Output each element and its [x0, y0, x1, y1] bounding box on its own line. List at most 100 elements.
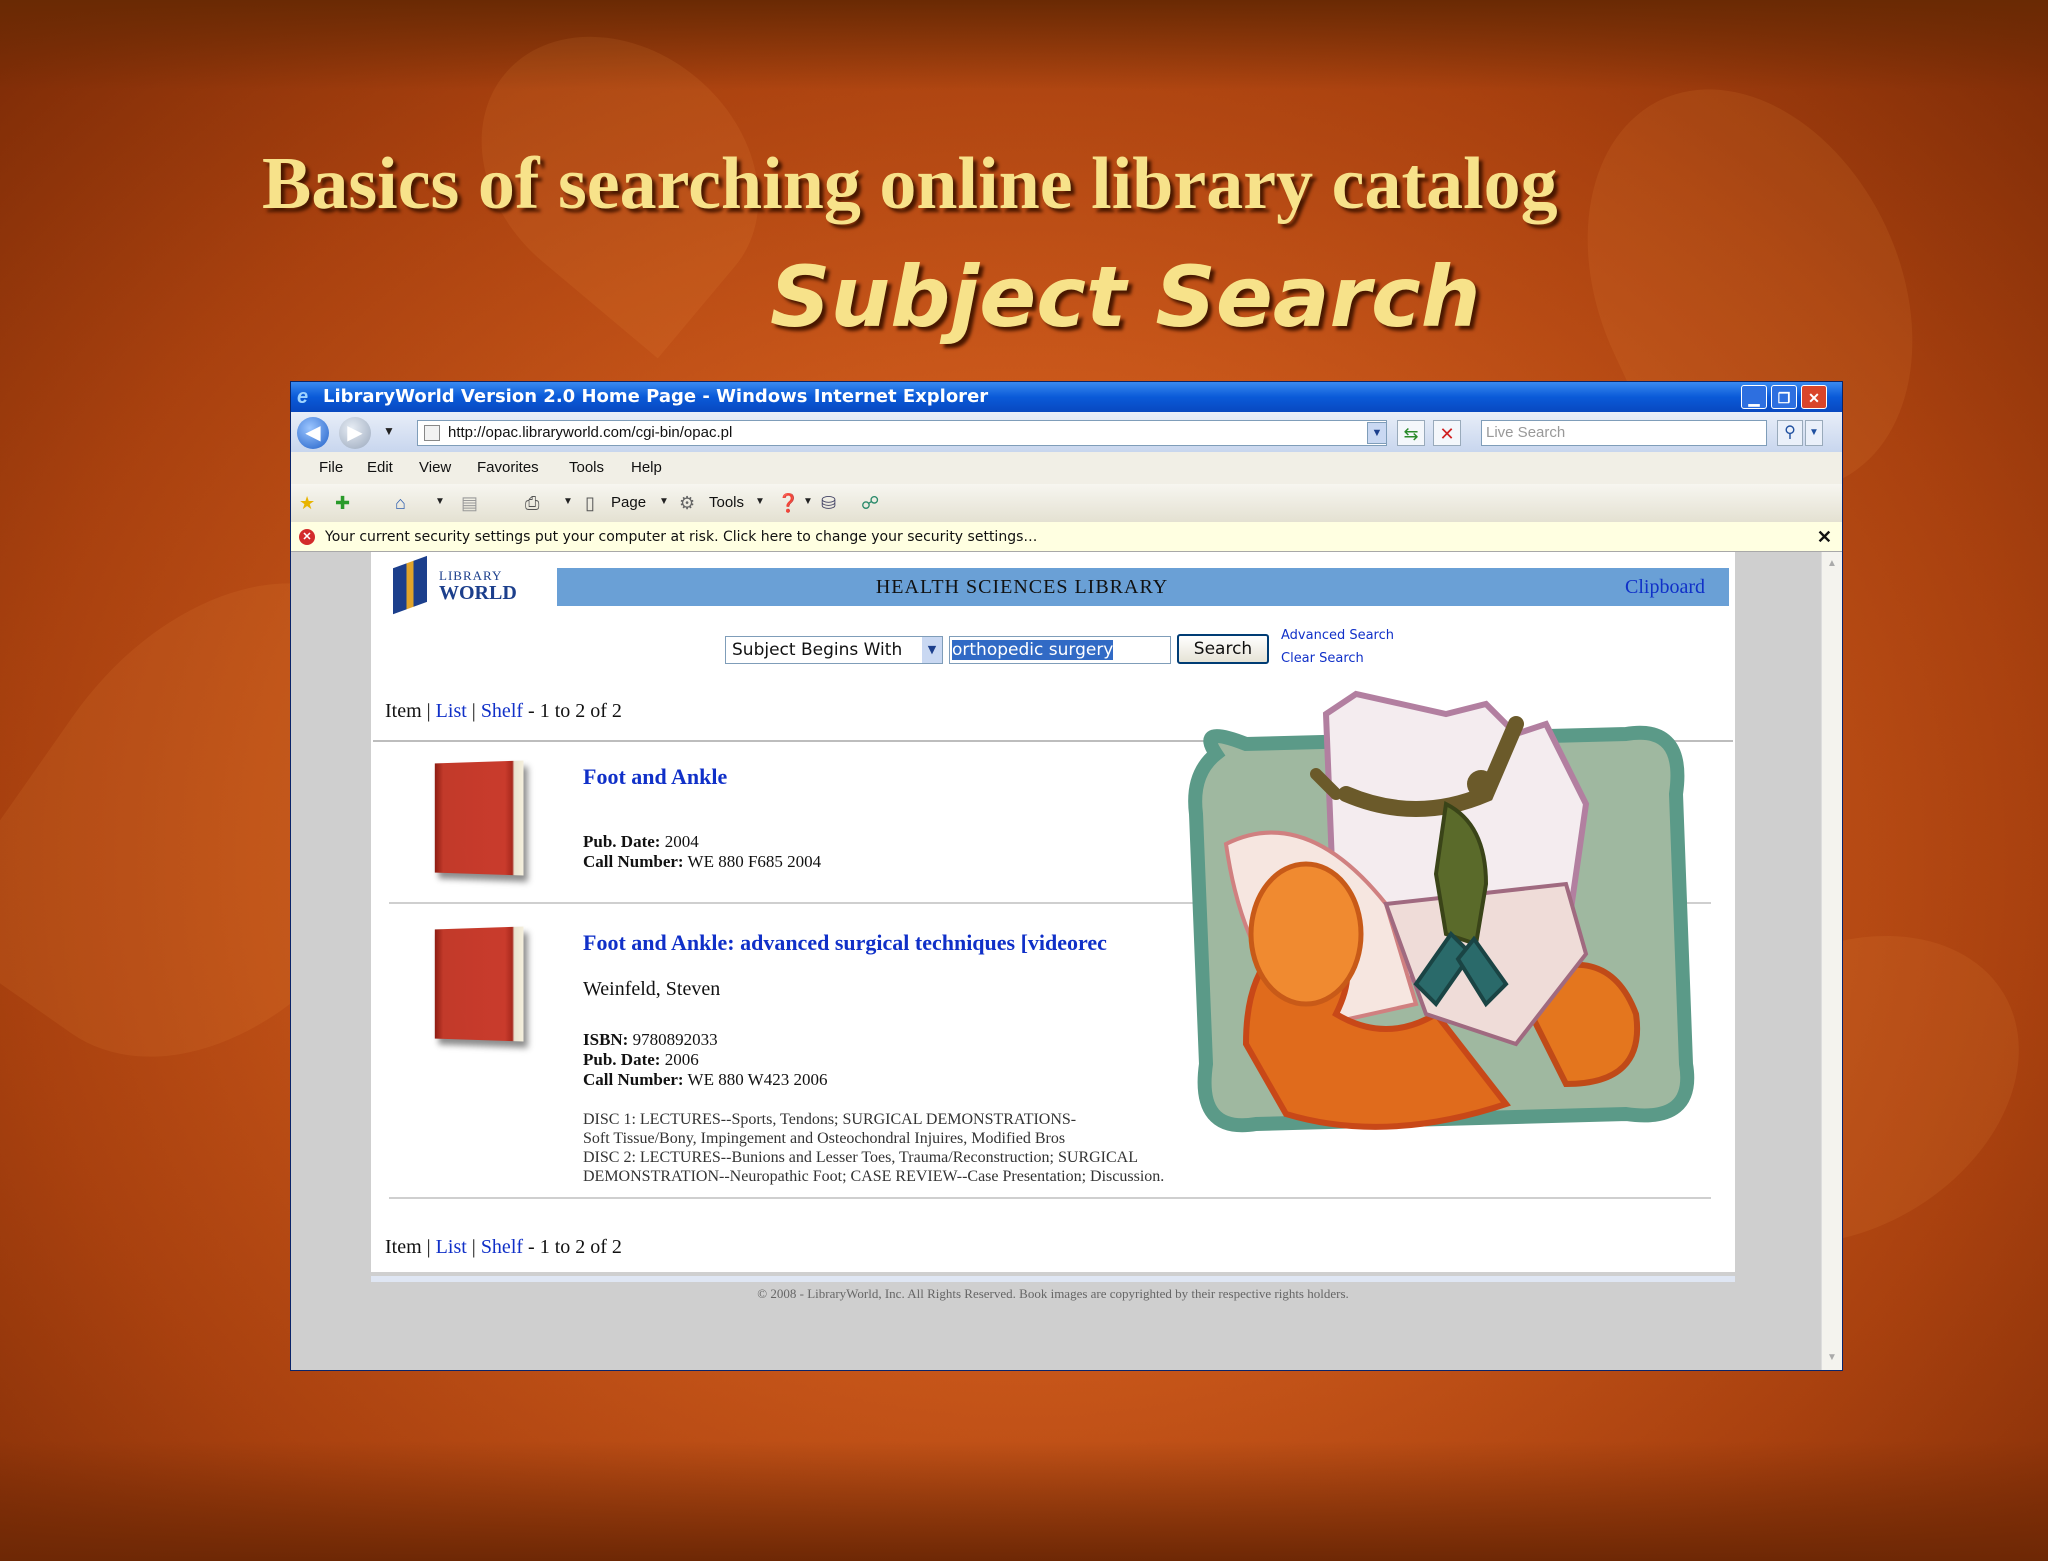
- result-title-link[interactable]: Foot and Ankle: advanced surgical techni…: [583, 930, 1107, 956]
- pager-separator: |: [426, 700, 431, 722]
- search-button[interactable]: Search: [1177, 634, 1269, 664]
- library-name: HEALTH SCIENCES LIBRARY: [875, 576, 1169, 598]
- scroll-up-icon[interactable]: ▲: [1824, 556, 1840, 572]
- home-dropdown[interactable]: ▼: [435, 496, 445, 507]
- menu-favorites[interactable]: Favorites: [477, 459, 539, 476]
- divider: [389, 1197, 1711, 1199]
- result-pub-date: Pub. Date: 2006: [583, 1050, 699, 1070]
- address-url: http://opac.libraryworld.com/cgi-bin/opa…: [448, 424, 733, 441]
- book-cover-image[interactable]: [434, 760, 524, 876]
- back-button[interactable]: ◀: [297, 417, 329, 449]
- minimize-button[interactable]: ▁: [1741, 385, 1767, 409]
- result-title-link[interactable]: Foot and Ankle: [583, 764, 727, 790]
- search-options-dropdown[interactable]: ▼: [1805, 420, 1823, 446]
- background-top-band: [0, 0, 2048, 90]
- add-favorites-icon[interactable]: ✚: [335, 493, 350, 513]
- libraryworld-logo[interactable]: LIBRARY WORLD: [393, 555, 517, 615]
- pager-separator: |: [471, 700, 476, 722]
- book-cover-image[interactable]: [434, 926, 524, 1042]
- recent-pages-dropdown[interactable]: ▼: [383, 424, 395, 438]
- pager-range: - 1 to 2 of 2: [528, 1236, 622, 1258]
- refresh-button[interactable]: ⇆: [1397, 420, 1425, 446]
- window-titlebar[interactable]: e LibraryWorld Version 2.0 Home Page - W…: [291, 382, 1842, 412]
- live-search-input[interactable]: Live Search: [1481, 420, 1767, 446]
- page-menu-icon[interactable]: ▯: [585, 493, 595, 513]
- search-icon[interactable]: ⚲: [1777, 420, 1803, 446]
- pager-item-view: Item: [385, 1236, 422, 1258]
- address-bar-row: ◀ ▶ ▼ http://opac.libraryworld.com/cgi-b…: [291, 412, 1842, 452]
- result-pub-date: Pub. Date: 2004: [583, 832, 699, 852]
- libraryworld-logo-icon: [393, 555, 427, 615]
- close-infobar-icon[interactable]: ✕: [1817, 522, 1832, 552]
- clipart-person-on-book-image: [1188, 690, 1695, 1133]
- note-line: DEMONSTRATION--Neuropathic Foot; CASE RE…: [583, 1168, 1165, 1185]
- print-dropdown[interactable]: ▼: [563, 496, 573, 507]
- page-footer-bar: [371, 1276, 1735, 1282]
- call-number-value: WE 880 F685 2004: [687, 852, 822, 871]
- messenger-icon[interactable]: ☍: [861, 493, 879, 513]
- copyright-notice: © 2008 - LibraryWorld, Inc. All Rights R…: [757, 1286, 1349, 1301]
- pager-shelf-link[interactable]: Shelf: [481, 1236, 523, 1258]
- favorites-star-icon[interactable]: ★: [299, 493, 315, 513]
- pub-date-value: 2004: [664, 832, 699, 851]
- menu-tools[interactable]: Tools: [569, 459, 604, 476]
- command-toolbar: ★ ✚ ⌂ ▼ ▤ ⎙ ▼ ▯ Page ▼ ⚙ Tools ▼ ❓ ▼ ⛁ ☍: [291, 484, 1842, 522]
- address-dropdown-button[interactable]: ▼: [1367, 422, 1387, 444]
- result-author: Weinfeld, Steven: [583, 978, 721, 1000]
- slide-title: Basics of searching online library catal…: [262, 143, 1558, 225]
- call-number-value: WE 880 W423 2006: [687, 1070, 828, 1089]
- vertical-scrollbar[interactable]: ▲ ▼: [1821, 552, 1842, 1370]
- menu-help[interactable]: Help: [631, 459, 662, 476]
- home-icon[interactable]: ⌂: [395, 493, 406, 513]
- pager-list-link[interactable]: List: [436, 700, 467, 722]
- page-dropdown[interactable]: ▼: [659, 496, 669, 507]
- address-field[interactable]: http://opac.libraryworld.com/cgi-bin/opa…: [417, 420, 1387, 446]
- close-window-button[interactable]: ✕: [1801, 385, 1827, 409]
- search-type-select[interactable]: Subject Begins With ▼: [725, 636, 943, 664]
- stop-button[interactable]: ✕: [1433, 420, 1461, 446]
- library-header-bar: HEALTH SCIENCES LIBRARY Clipboard: [557, 568, 1729, 606]
- page-menu-label[interactable]: Page: [611, 494, 646, 511]
- call-number-label: Call Number:: [583, 1070, 684, 1089]
- security-message: Your current security settings put your …: [325, 529, 1038, 545]
- research-icon[interactable]: ⛁: [821, 493, 836, 513]
- pub-date-value: 2006: [664, 1050, 699, 1069]
- tools-menu-label[interactable]: Tools: [709, 494, 744, 511]
- gear-icon[interactable]: ⚙: [679, 493, 695, 513]
- pager-separator: |: [426, 1236, 431, 1258]
- isbn-label: ISBN:: [583, 1030, 629, 1049]
- security-infobar[interactable]: ✕ Your current security settings put you…: [291, 522, 1842, 552]
- restore-button[interactable]: ❐: [1771, 385, 1797, 409]
- isbn-value: 9780892033: [632, 1030, 718, 1049]
- pager-list-link[interactable]: List: [436, 1236, 467, 1258]
- help-dropdown[interactable]: ▼: [803, 496, 813, 507]
- pager-bottom: Item | List | Shelf - 1 to 2 of 2: [385, 1236, 622, 1259]
- chevron-down-icon[interactable]: ▼: [922, 637, 942, 663]
- feeds-icon[interactable]: ▤: [461, 493, 478, 513]
- background-bottom-band: [0, 1441, 2048, 1561]
- clipboard-link[interactable]: Clipboard: [1625, 568, 1705, 606]
- menu-file[interactable]: File: [319, 459, 343, 476]
- pager-shelf-link[interactable]: Shelf: [481, 700, 523, 722]
- ie-logo-icon: e: [297, 386, 309, 408]
- tools-dropdown[interactable]: ▼: [755, 496, 765, 507]
- pager-top: Item | List | Shelf - 1 to 2 of 2: [385, 700, 622, 723]
- menu-edit[interactable]: Edit: [367, 459, 393, 476]
- clear-search-link[interactable]: Clear Search: [1281, 651, 1364, 666]
- window-title: LibraryWorld Version 2.0 Home Page - Win…: [323, 386, 989, 407]
- advanced-search-link[interactable]: Advanced Search: [1281, 628, 1394, 643]
- slide-subtitle: Subject Search: [770, 248, 1481, 346]
- scroll-down-icon[interactable]: ▼: [1824, 1350, 1840, 1366]
- search-query-input[interactable]: orthopedic surgery: [949, 636, 1171, 664]
- menu-bar: File Edit View Favorites Tools Help: [291, 452, 1842, 484]
- pager-separator: |: [471, 1236, 476, 1258]
- pager-item-view: Item: [385, 700, 422, 722]
- help-icon[interactable]: ❓: [777, 493, 799, 513]
- search-type-value: Subject Begins With: [732, 640, 903, 660]
- search-query-text: orthopedic surgery: [952, 640, 1114, 660]
- result-call-number: Call Number: WE 880 W423 2006: [583, 1070, 827, 1090]
- security-warning-icon: ✕: [299, 529, 315, 545]
- forward-button[interactable]: ▶: [339, 417, 371, 449]
- print-icon[interactable]: ⎙: [525, 493, 539, 513]
- menu-view[interactable]: View: [419, 459, 451, 476]
